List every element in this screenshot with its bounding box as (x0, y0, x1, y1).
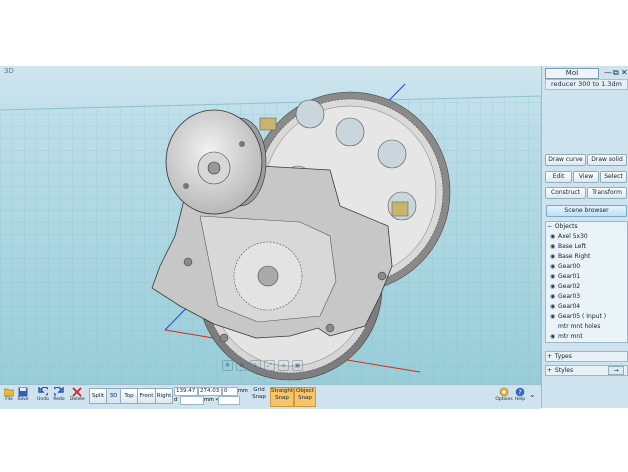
view-top-button[interactable]: Top (120, 388, 138, 404)
bottom-toolbar: File Save Undo Redo Delete Split 3D Top … (0, 384, 541, 409)
straight-snap-toggle[interactable]: Straight Snap (270, 387, 294, 407)
distance-label: d (174, 397, 178, 403)
eye-icon[interactable]: ◉ (550, 262, 558, 272)
list-item[interactable]: ◉ mtr mnt (550, 332, 583, 342)
close-icon[interactable]: ✕ (621, 68, 628, 77)
edit-button[interactable]: Edit (545, 171, 572, 183)
eye-icon[interactable]: ◉ (550, 252, 558, 262)
file-button[interactable]: File (2, 387, 16, 403)
right-panel: MoI — ⧉ ✕ reducer 300 to 1.3dm Draw curv… (541, 66, 628, 408)
list-item[interactable]: ◉ Axel 5x30 (550, 232, 588, 242)
undo-icon (38, 387, 48, 396)
scene-browser-button[interactable]: Scene browser (546, 205, 627, 217)
eye-icon[interactable]: ◉ (550, 302, 558, 312)
eye-icon[interactable]: ◉ (550, 242, 558, 252)
rotate-icon[interactable]: ↻ (250, 360, 261, 371)
help-button[interactable]: ? Help (513, 387, 527, 403)
view-3d-button[interactable]: 3D (106, 388, 121, 404)
list-item[interactable]: mtr mnt holes (558, 322, 600, 332)
options-button[interactable]: Options (495, 387, 513, 403)
transform-button[interactable]: Transform (587, 187, 627, 199)
arrow-right-icon[interactable]: → (608, 366, 624, 375)
y-coordinate-field[interactable]: 274.03 (198, 387, 222, 396)
angle-field[interactable] (218, 396, 240, 405)
collapse-icon[interactable]: − (546, 222, 553, 231)
distance-field[interactable] (180, 396, 204, 405)
moi-logo[interactable]: MoI (545, 68, 599, 79)
zoom-extents-icon[interactable]: ⤢ (264, 360, 275, 371)
help-icon: ? (515, 387, 525, 397)
eye-icon[interactable]: ◉ (550, 282, 558, 292)
draw-curve-button[interactable]: Draw curve (545, 154, 586, 166)
delete-button[interactable]: Delete (70, 387, 85, 403)
coordinate-unit-label: mm (238, 388, 248, 394)
eye-icon[interactable]: ◉ (550, 272, 558, 282)
objects-list: ◉ Axel 5x30 ◉ Base Left ◉ Base Right ◉ Gear0… (545, 231, 628, 343)
types-section-header[interactable]: + Types (545, 351, 628, 362)
moi-application-window: 3D ✥ ⊕ ↻ ⤢ ⌂ ▣ MoI — ⧉ ✕ reducer 300 to … (0, 66, 628, 409)
objects-header-label: Objects (554, 223, 578, 230)
construct-button[interactable]: Construct (545, 187, 586, 199)
styles-section-header[interactable]: + Styles → (545, 365, 628, 376)
object-snap-toggle[interactable]: Object Snap (294, 387, 316, 407)
viewport-3d[interactable]: 3D ✥ ⊕ ↻ ⤢ ⌂ ▣ (0, 66, 541, 384)
list-item[interactable]: ◉ Base Left (550, 242, 586, 252)
list-item[interactable]: ◉ Base Right (550, 252, 590, 262)
gear-icon (499, 387, 509, 397)
draw-solid-button[interactable]: Draw solid (587, 154, 627, 166)
grid-snap-toggle[interactable]: Grid Snap (250, 387, 268, 405)
minimize-icon[interactable]: — (604, 68, 612, 77)
delete-icon (72, 387, 82, 397)
view-right-button[interactable]: Right (155, 388, 173, 404)
view-front-button[interactable]: Front (137, 388, 156, 404)
fit-icon[interactable]: ▣ (292, 360, 303, 371)
eye-icon[interactable]: ◉ (550, 232, 558, 242)
list-item[interactable]: ◉ Gear02 (550, 282, 580, 292)
list-item[interactable]: ◉ Gear01 (550, 272, 580, 282)
eye-icon[interactable]: ◉ (550, 312, 558, 322)
eye-icon[interactable]: ◉ (550, 332, 558, 342)
list-item[interactable]: ◉ Gear03 (550, 292, 580, 302)
document-title: reducer 300 to 1.3dm (545, 79, 628, 90)
undo-button[interactable]: Undo (36, 387, 50, 403)
split-view-button[interactable]: Split (89, 388, 107, 404)
list-item[interactable]: ◉ Gear05 ( Input ) (550, 312, 606, 322)
save-button[interactable]: Save (16, 387, 30, 403)
zoom-icon[interactable]: ⊕ (236, 360, 247, 371)
chevron-down-icon[interactable]: ⌄ (529, 390, 536, 399)
restore-icon[interactable]: ⧉ (613, 68, 619, 77)
view-button[interactable]: View (573, 171, 599, 183)
pan-icon[interactable]: ✥ (222, 360, 233, 371)
folder-icon (4, 388, 14, 397)
view-navigation-strip[interactable]: ✥ ⊕ ↻ ⤢ ⌂ ▣ (222, 360, 310, 374)
redo-button[interactable]: Redo (52, 387, 66, 403)
list-item[interactable]: ◉ Gear04 (550, 302, 580, 312)
eye-icon[interactable]: ◉ (550, 292, 558, 302)
x-coordinate-field[interactable]: 139.47 (174, 387, 198, 396)
expand-icon[interactable]: + (546, 352, 553, 361)
redo-icon (54, 387, 64, 396)
scene-canvas[interactable] (0, 66, 541, 384)
save-icon (18, 387, 28, 397)
motor[interactable] (165, 109, 267, 215)
svg-text:?: ? (518, 389, 522, 397)
reset-view-icon[interactable]: ⌂ (278, 360, 289, 371)
z-coordinate-field[interactable]: 0 (222, 387, 238, 396)
select-button[interactable]: Select (600, 171, 627, 183)
list-item[interactable]: ◉ Gear00 (550, 262, 580, 272)
expand-icon[interactable]: + (546, 366, 553, 375)
